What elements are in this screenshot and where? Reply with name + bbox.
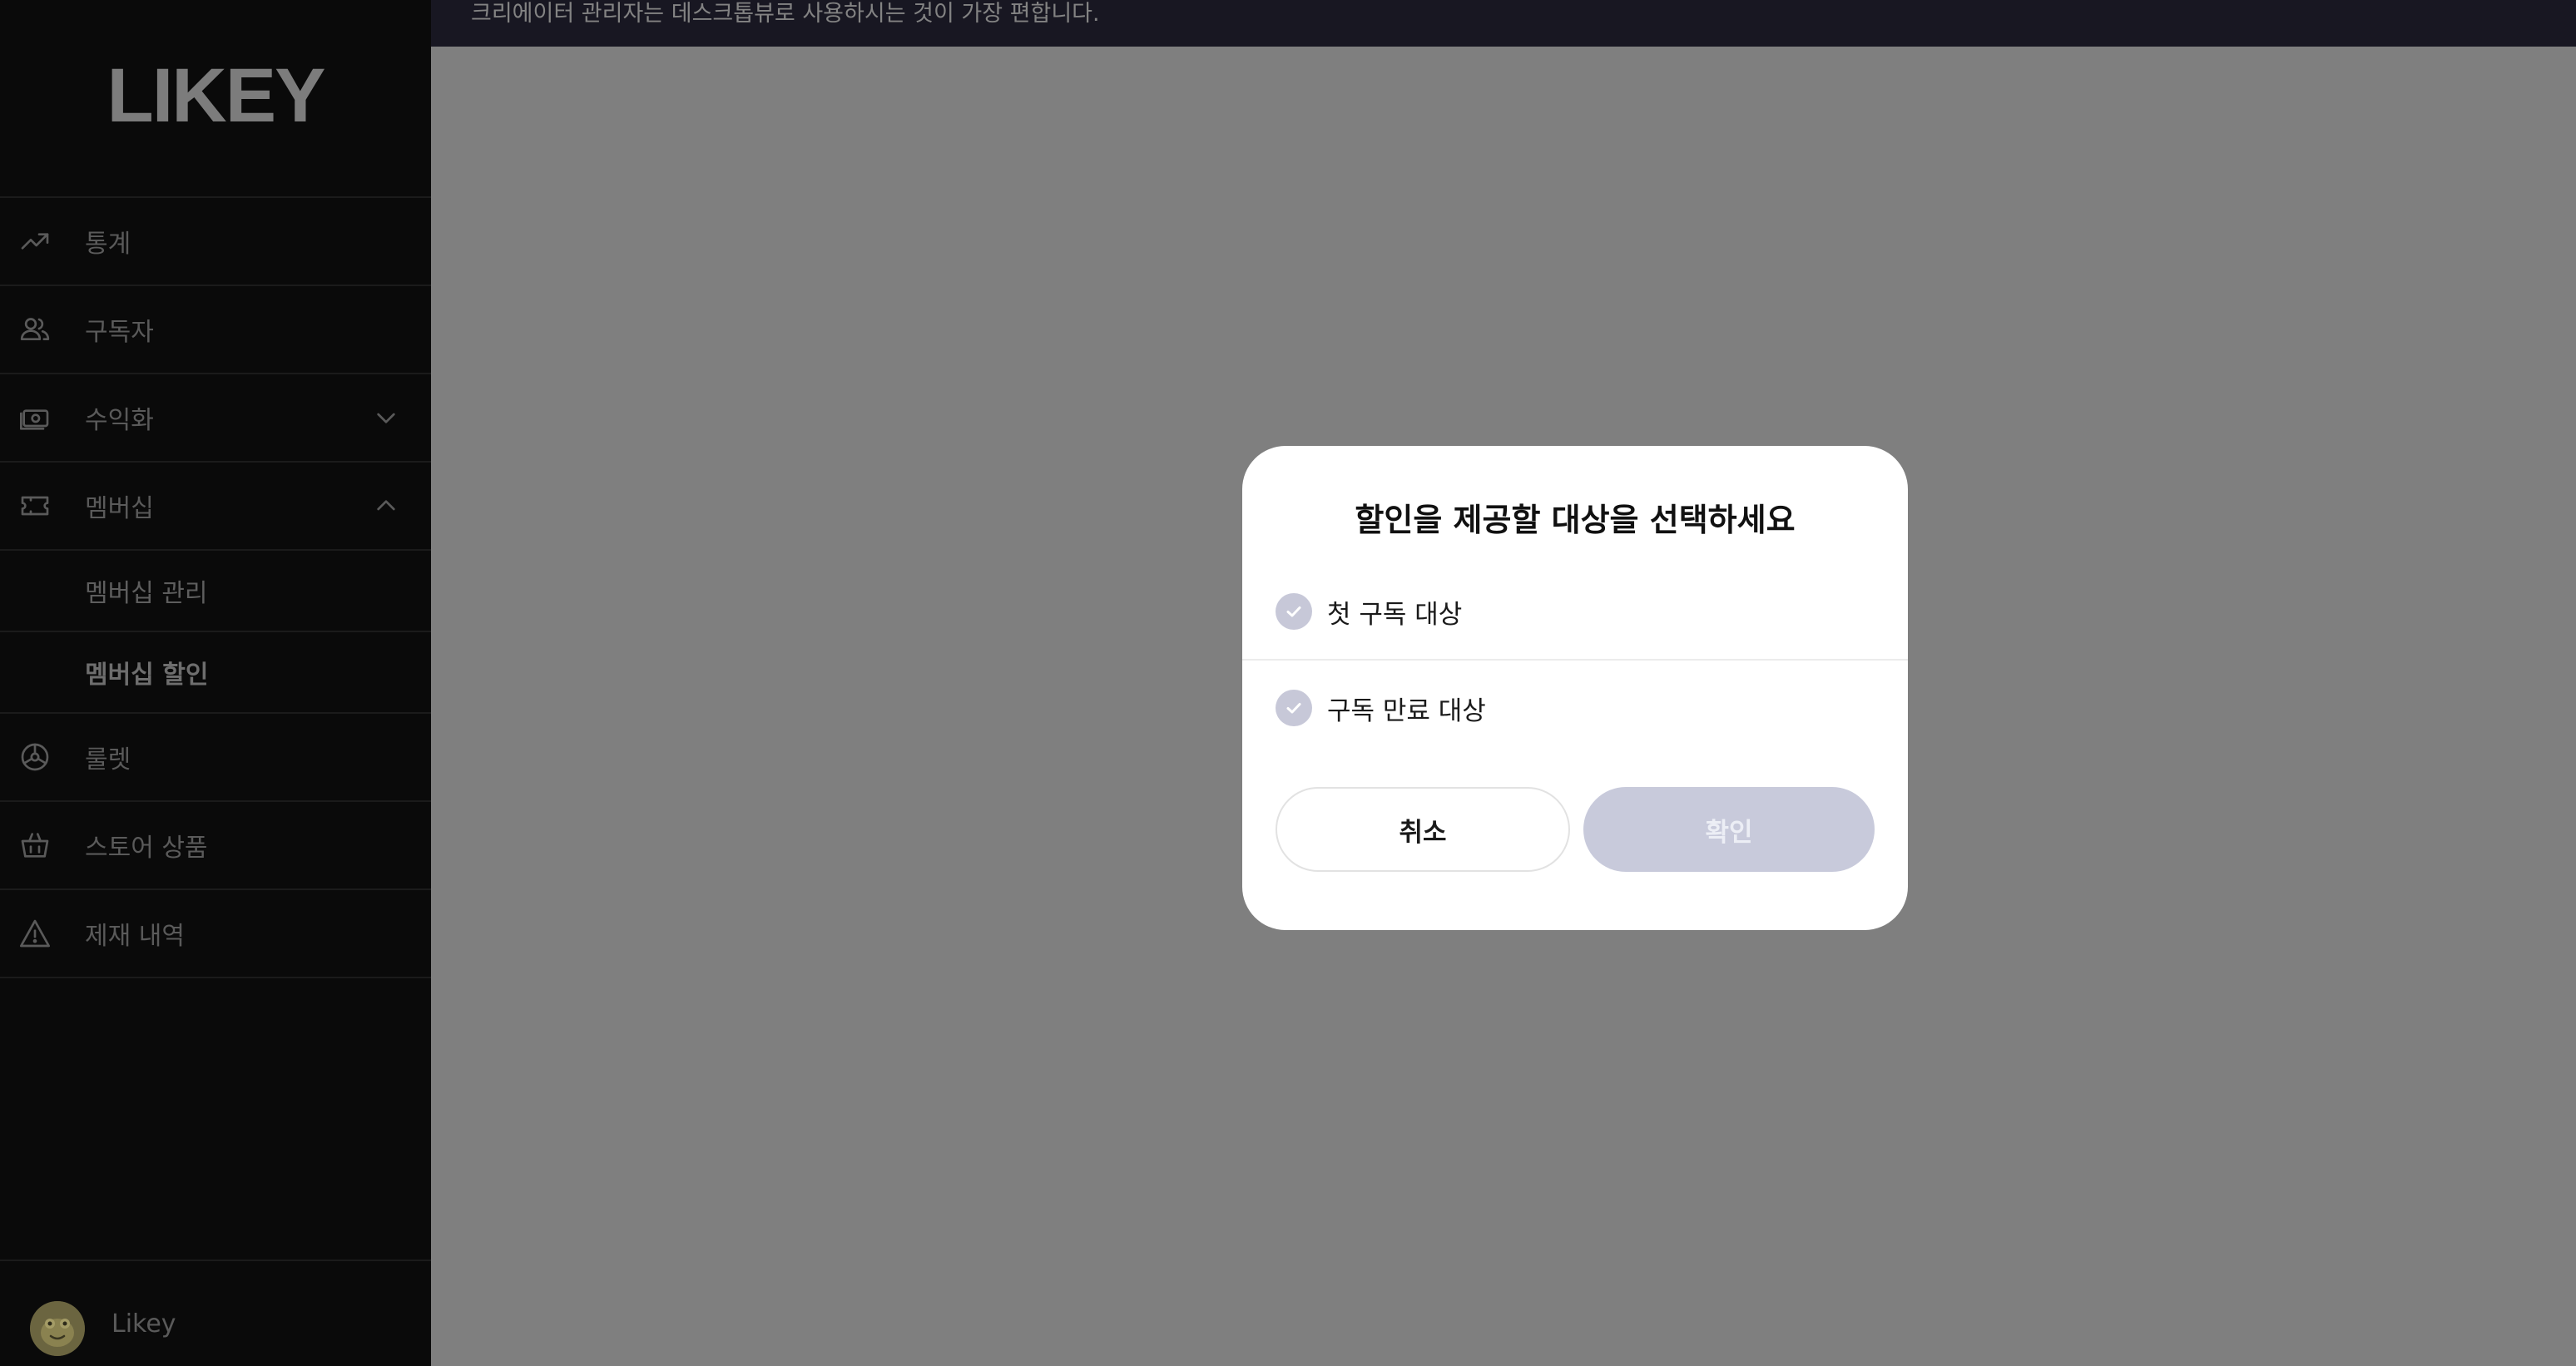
modal-title: 할인을 제공할 대상을 선택하세요 — [1355, 502, 1796, 538]
ticket-icon — [17, 488, 53, 524]
sidebar: LIKEY 통계 구독자 수익화 멤버십 멤버십 관리 멤버십 할인 룰렛 스토… — [0, 0, 431, 1366]
profile-name: Likey — [111, 1309, 176, 1339]
cancel-button[interactable]: 취소 — [1276, 787, 1570, 872]
sidebar-subitem-membership-discount[interactable]: 멤버십 할인 — [0, 632, 431, 714]
chevron-up-icon[interactable] — [373, 492, 399, 519]
basket-icon — [17, 827, 53, 864]
discount-target-modal: 할인을 제공할 대상을 선택하세요 첫 구독 대상 구독 만료 대상 취소 확인 — [1242, 446, 1908, 930]
sidebar-item-sanctions[interactable]: 제재 내역 — [0, 890, 431, 978]
avatar[interactable] — [30, 1301, 85, 1356]
sidebar-item-monetization[interactable]: 수익화 — [0, 374, 431, 463]
desktop-view-notice: 크리에이터 관리자는 데스크톱뷰로 사용하시는 것이 가장 편합니다. — [431, 0, 2576, 47]
money-icon — [17, 399, 53, 436]
sidebar-item-store-products[interactable]: 스토어 상품 — [0, 802, 431, 890]
option-label: 구독 만료 대상 — [1327, 695, 1486, 726]
sidebar-item-label: 스토어 상품 — [85, 834, 208, 863]
option-label: 첫 구독 대상 — [1327, 599, 1463, 630]
trending-up-icon — [17, 223, 53, 260]
sidebar-item-subscribers[interactable]: 구독자 — [0, 286, 431, 374]
sidebar-item-label: 제재 내역 — [85, 922, 185, 951]
option-expired-subscription[interactable]: 구독 만료 대상 — [1242, 661, 1908, 755]
sidebar-item-label: 룰렛 — [85, 745, 131, 775]
users-icon — [17, 311, 53, 348]
sidebar-item-roulette[interactable]: 룰렛 — [0, 714, 431, 802]
check-icon[interactable] — [1276, 593, 1312, 630]
confirm-button[interactable]: 확인 — [1583, 787, 1875, 872]
sidebar-item-label: 수익화 — [85, 406, 154, 435]
sidebar-item-stats[interactable]: 통계 — [0, 198, 431, 286]
sidebar-item-label: 통계 — [85, 230, 131, 259]
sidebar-item-label: 멤버십 — [85, 494, 154, 523]
sidebar-item-label: 구독자 — [85, 318, 154, 347]
roulette-icon — [17, 739, 53, 775]
chevron-down-icon[interactable] — [373, 404, 399, 431]
sidebar-item-membership[interactable]: 멤버십 — [0, 463, 431, 551]
profile-section[interactable]: Likey — [0, 1260, 431, 1366]
sidebar-subitem-membership-manage[interactable]: 멤버십 관리 — [0, 551, 431, 632]
check-icon[interactable] — [1276, 690, 1312, 726]
warning-icon — [17, 915, 53, 952]
option-first-subscription[interactable]: 첫 구독 대상 — [1242, 564, 1908, 659]
app-logo[interactable]: LIKEY — [0, 0, 431, 198]
